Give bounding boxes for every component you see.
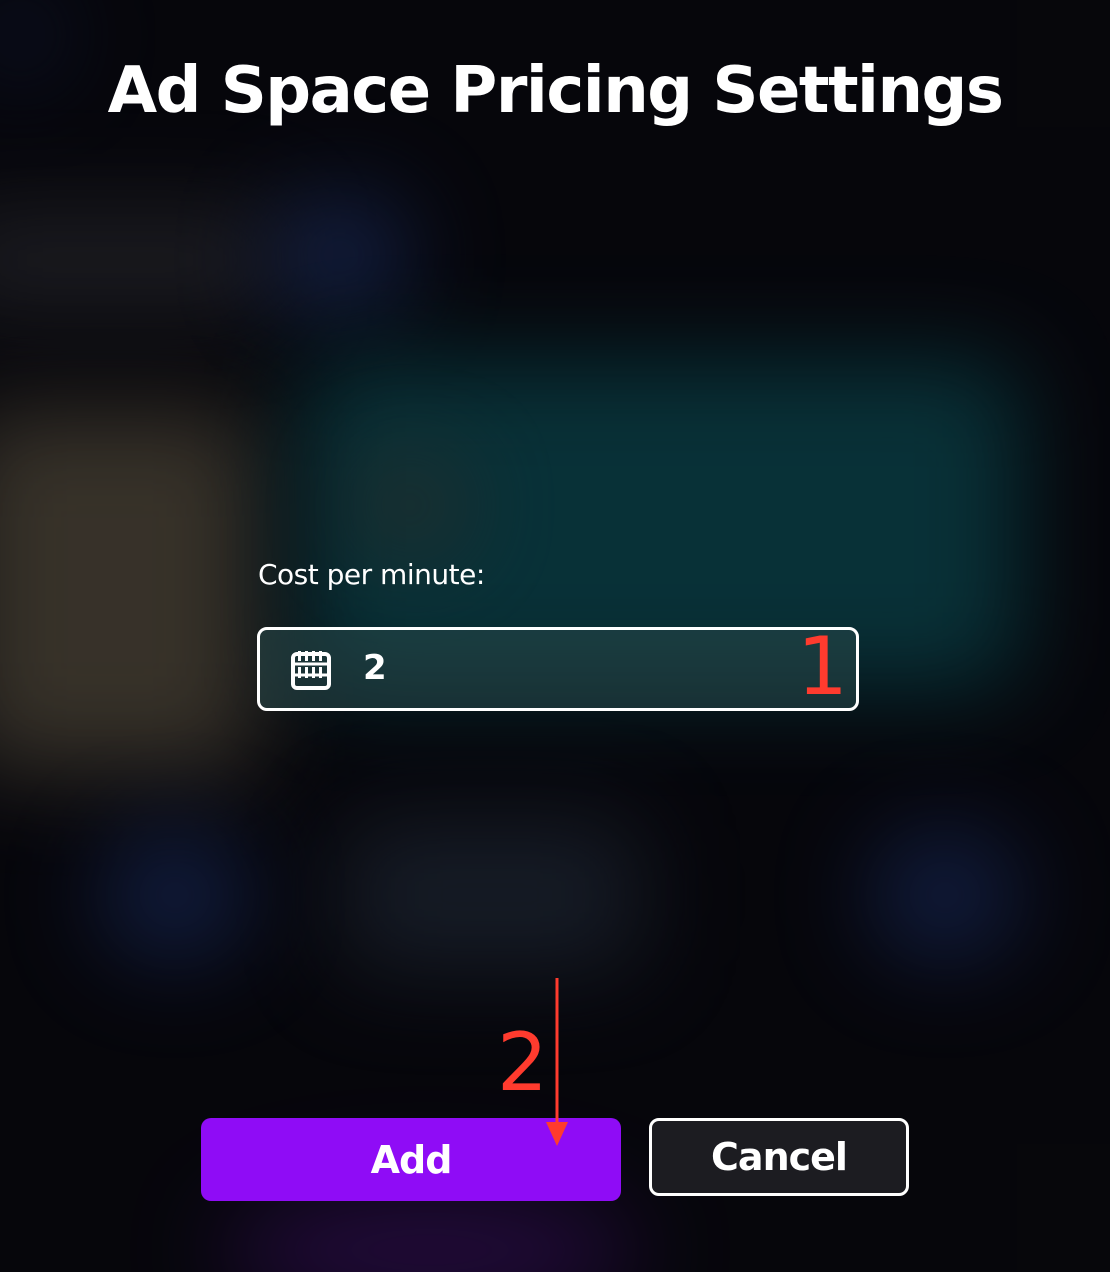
annotation-step-1: 1	[797, 620, 848, 713]
cost-per-minute-label: Cost per minute:	[258, 558, 485, 591]
cost-per-minute-input[interactable]: 2 1	[257, 627, 859, 711]
cancel-button[interactable]: Cancel	[649, 1118, 909, 1196]
abacus-icon	[291, 651, 331, 690]
cost-per-minute-value: 2	[363, 648, 387, 688]
annotation-arrow-icon	[546, 978, 568, 1146]
dialog-title: Ad Space Pricing Settings	[107, 54, 1004, 128]
